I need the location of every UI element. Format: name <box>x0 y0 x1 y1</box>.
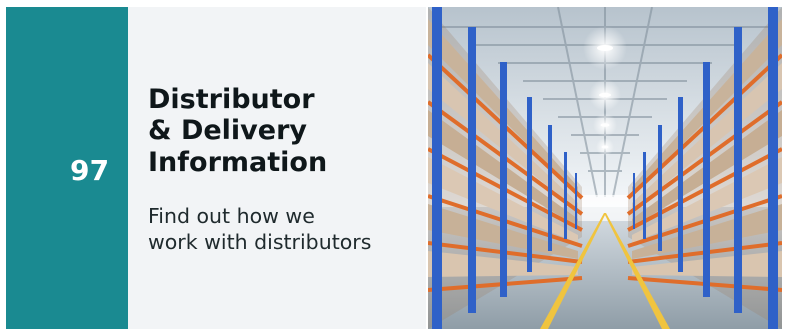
card-title-line-1: Distributor <box>148 84 315 115</box>
distributor-delivery-card[interactable]: 97 Distributor & Delivery Information Fi… <box>0 0 788 329</box>
warehouse-photo <box>428 7 782 329</box>
card-subtitle-line-1: Find out how we <box>148 204 315 228</box>
aisle-glow <box>578 195 632 221</box>
card-title-line-2: & Delivery <box>148 115 308 147</box>
card-text-panel: Distributor & Delivery Information Find … <box>128 7 426 329</box>
warehouse-illustration <box>428 7 782 329</box>
card-title-line-3: Information <box>148 146 328 178</box>
card-subtitle-line-2: work with distributors <box>148 230 372 255</box>
card-subtitle: Find out how we work with distributors <box>148 203 418 255</box>
page-number: 97 <box>70 154 110 187</box>
page-number-panel: 97 <box>6 7 128 329</box>
card-title: Distributor & Delivery Information <box>148 84 408 178</box>
